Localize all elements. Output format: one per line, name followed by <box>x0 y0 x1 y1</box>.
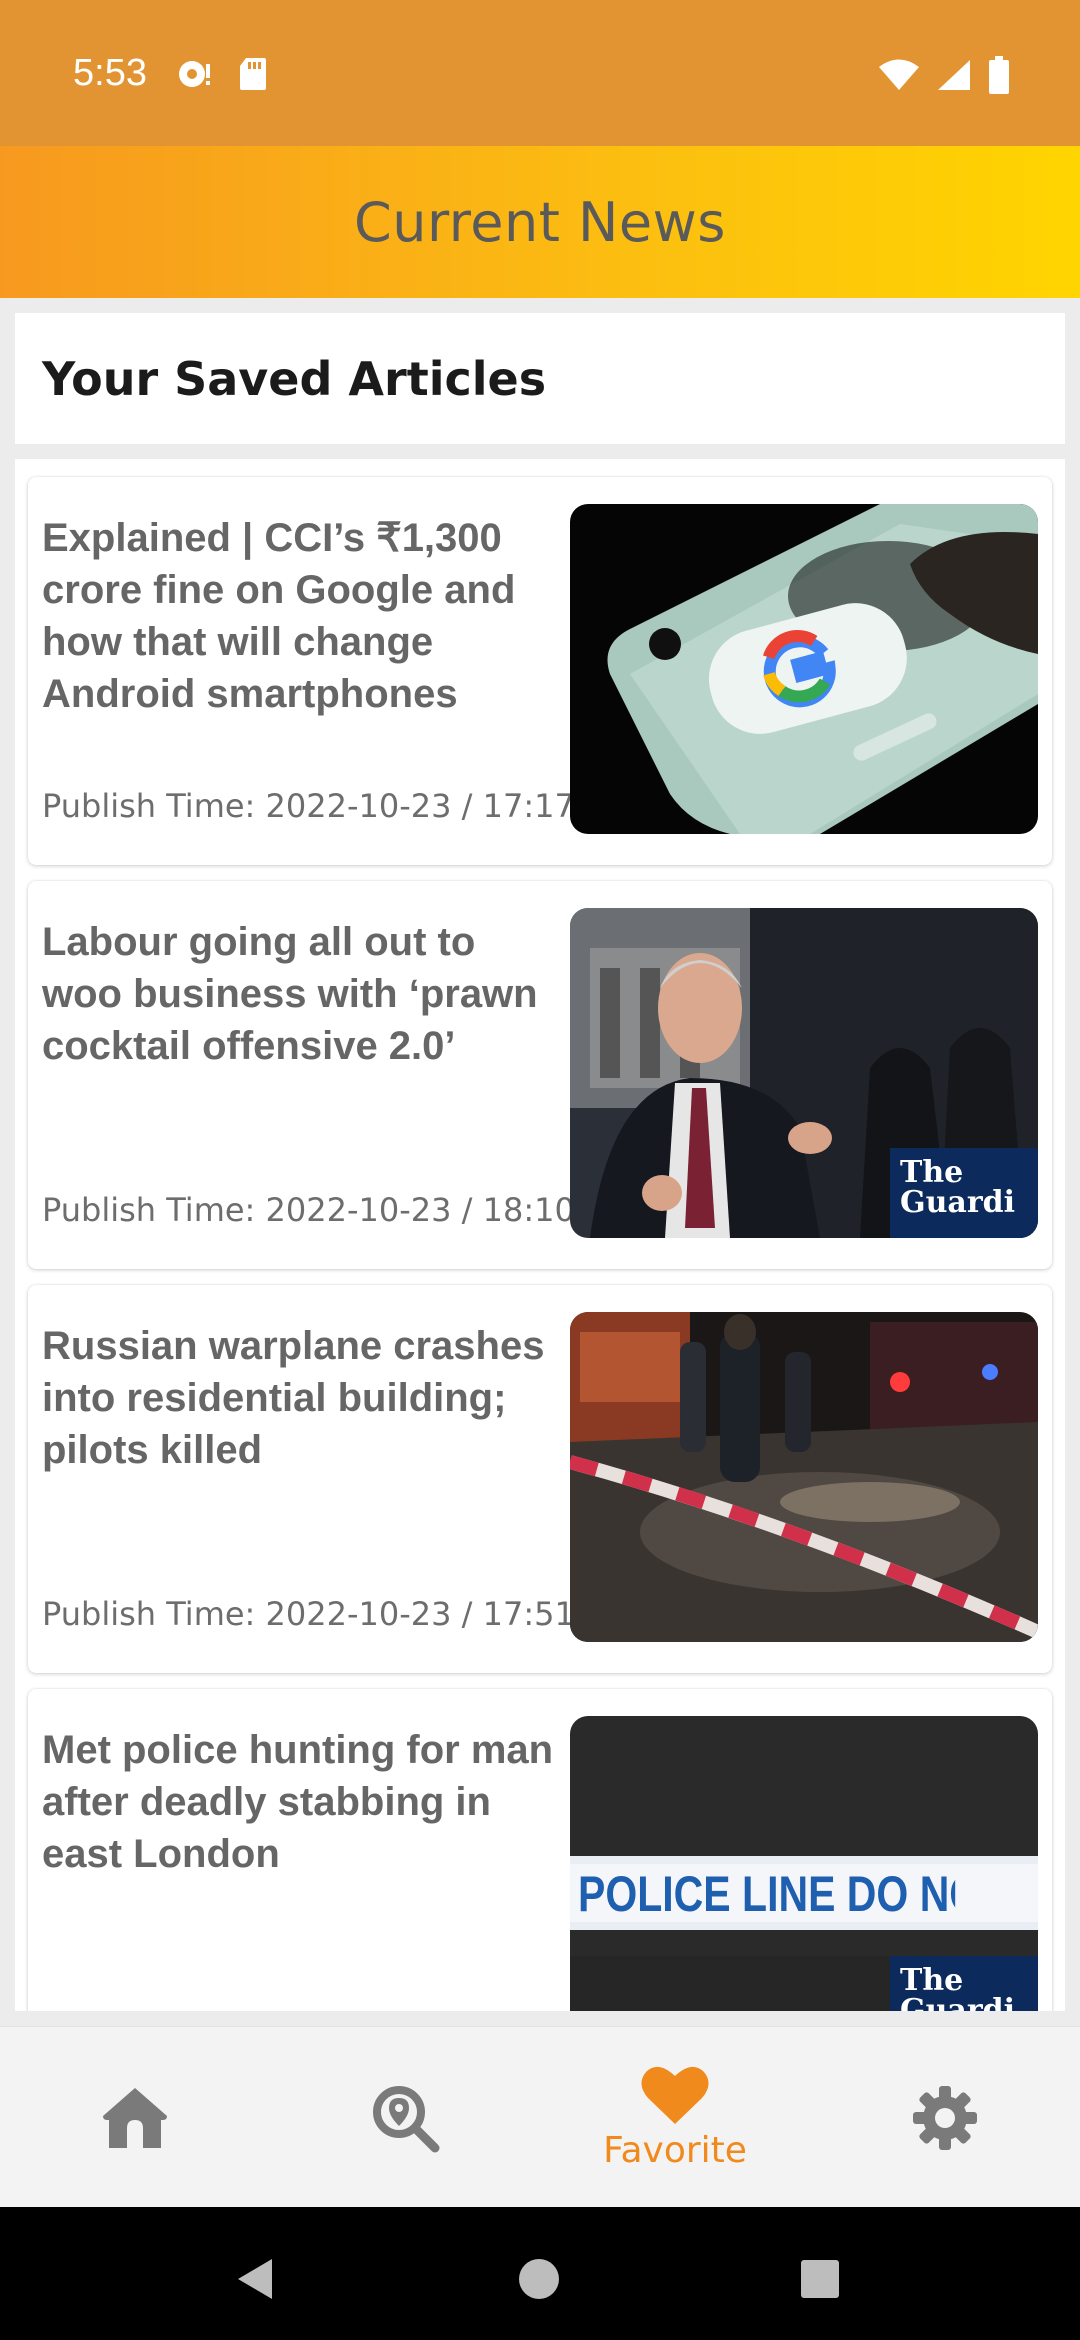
nav-settings[interactable] <box>810 2027 1080 2208</box>
article-title: Labour going all out to woo business wit… <box>42 920 538 1068</box>
article-image: The Guardi <box>570 908 1038 1238</box>
app-title: Current News <box>354 190 726 254</box>
app-bar: Current News <box>0 146 1080 298</box>
article-title: Russian warplane crashes into residentia… <box>42 1324 545 1472</box>
google-phone-image <box>570 504 1038 834</box>
sd-card-icon <box>240 58 266 90</box>
police-tape-text: POLICE LINE DO NOT CROS <box>578 1866 955 1922</box>
status-time: 5:53 <box>73 52 147 94</box>
article-publish-time: Publish Time: 2022-10-23 / 17:17 <box>42 787 575 825</box>
battery-icon <box>989 56 1009 94</box>
crash-scene-image <box>570 1312 1038 1642</box>
wifi-icon <box>879 59 919 90</box>
article-image <box>570 1312 1038 1642</box>
guardian-watermark: The Guardi <box>890 1956 1038 2011</box>
back-icon[interactable] <box>236 2257 274 2301</box>
heart-icon <box>641 2066 709 2124</box>
nav-favorite[interactable]: Favorite <box>540 2027 810 2208</box>
article-card[interactable]: Met police hunting for man after deadly … <box>28 1689 1052 2011</box>
status-bar: 5:53 <box>0 0 1080 146</box>
home-button-icon[interactable] <box>518 2258 560 2300</box>
saved-articles-header: Your Saved Articles <box>15 313 1065 444</box>
article-publish-time: Publish Time: 2022-10-23 / 18:10 <box>42 1191 575 1229</box>
bottom-navigation: Favorite <box>0 2026 1080 2207</box>
article-card[interactable]: Explained | CCI’s ₹1,300 crore fine on G… <box>28 477 1052 865</box>
nav-favorite-label: Favorite <box>603 2130 747 2171</box>
search-location-icon <box>373 2085 440 2152</box>
article-card[interactable]: Russian warplane crashes into residentia… <box>28 1285 1052 1673</box>
nav-home[interactable] <box>0 2027 270 2208</box>
gear-icon <box>913 2085 977 2150</box>
home-icon <box>103 2087 167 2148</box>
recents-icon[interactable] <box>800 2259 840 2299</box>
article-publish-time: Publish Time: 2022-10-23 / 17:51 <box>42 1595 575 1633</box>
signal-icon <box>938 60 970 90</box>
article-title: Explained | CCI’s ₹1,300 crore fine on G… <box>42 516 516 716</box>
article-card[interactable]: Labour going all out to woo business wit… <box>28 881 1052 1269</box>
article-list[interactable]: Explained | CCI’s ₹1,300 crore fine on G… <box>15 459 1065 2011</box>
article-title: Met police hunting for man after deadly … <box>42 1728 554 1876</box>
nav-explore[interactable] <box>270 2027 540 2208</box>
guardian-watermark: The Guardi <box>900 1155 1016 1220</box>
article-image: POLICE LINE DO NOT CROS TheGuardi <box>570 1716 1038 2011</box>
notification-icon <box>179 61 210 87</box>
system-navigation-bar <box>0 2207 1080 2340</box>
article-image <box>570 504 1038 834</box>
saved-articles-title: Your Saved Articles <box>42 351 547 406</box>
